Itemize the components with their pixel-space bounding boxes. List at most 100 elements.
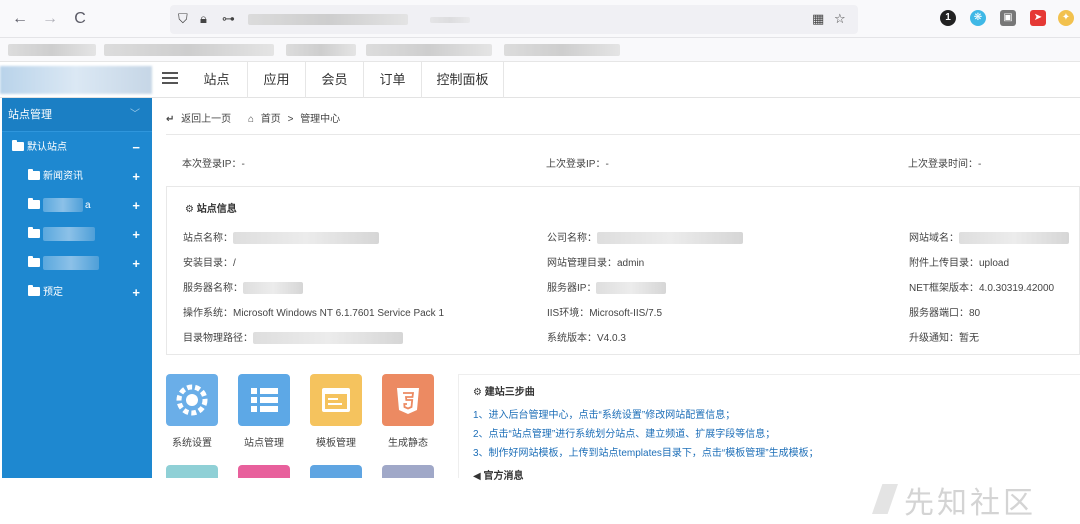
tab-site[interactable]: 站点	[186, 62, 248, 98]
redacted-url-part	[430, 17, 470, 23]
back-icon[interactable]: ↵	[166, 114, 174, 125]
star-icon[interactable]: ☆	[834, 11, 846, 27]
expand-icon[interactable]: +	[132, 278, 140, 307]
install-dir: 安装目录：/	[183, 258, 236, 269]
extension-puzzle-icon[interactable]: ✦	[1058, 10, 1074, 26]
address-bar[interactable]: ⛉ 🔒︎ ⊶ ▦ ☆	[170, 5, 858, 34]
extension-box-icon[interactable]: ▣	[1000, 10, 1016, 26]
expand-icon[interactable]: +	[132, 191, 140, 220]
extension-one-icon[interactable]: 1	[940, 10, 956, 26]
folder-icon	[28, 226, 40, 238]
expand-icon[interactable]: +	[132, 249, 140, 278]
system-settings-button[interactable]	[166, 374, 218, 426]
home-link[interactable]: 首页	[261, 114, 281, 125]
folder-icon	[28, 255, 40, 267]
window-icon	[322, 388, 350, 412]
folder-icon	[12, 139, 24, 151]
extension-globe-icon[interactable]: ❋	[970, 10, 986, 26]
expand-icon[interactable]: +	[132, 220, 140, 249]
site-domain: 网站域名：	[909, 229, 1069, 245]
redacted-label	[43, 256, 99, 271]
sidebar-item-booking[interactable]: 预定 +	[2, 278, 152, 307]
qr-code-icon[interactable]: ▦	[812, 11, 824, 27]
forward-arrow-icon[interactable]: →	[40, 10, 60, 28]
html5-icon	[397, 388, 419, 414]
shortcut-tile[interactable]	[310, 465, 362, 478]
browser-toolbar: ← → C ⛉ 🔒︎ ⊶ ▦ ☆ 1 ❋ ▣ ➤ ✦	[0, 0, 1080, 38]
sidebar-section-default-site[interactable]: 默认站点 −	[2, 133, 152, 162]
tab-members[interactable]: 会员	[306, 62, 364, 98]
site-name: 站点名称：	[183, 229, 379, 245]
breadcrumb-separator: >	[287, 114, 294, 125]
watermark-logo	[872, 484, 898, 514]
logo	[0, 66, 152, 94]
tab-control-panel[interactable]: 控制面板	[422, 62, 504, 98]
site-management-button[interactable]	[238, 374, 290, 426]
lock-icon[interactable]: 🔒︎	[200, 11, 207, 27]
back-arrow-icon[interactable]: ←	[10, 10, 30, 28]
shield-icon[interactable]: ⛉	[178, 11, 188, 27]
redacted-bookmark[interactable]	[104, 44, 274, 56]
expand-icon[interactable]: +	[132, 162, 140, 191]
shortcut-tile[interactable]	[238, 465, 290, 478]
redacted-bookmark[interactable]	[504, 44, 620, 56]
redacted-label	[43, 198, 83, 213]
official-news-title: ◀ 官方消息	[473, 471, 524, 482]
sidebar-item-redacted[interactable]: a +	[2, 191, 152, 220]
redacted-label	[43, 227, 95, 242]
net-version: NET框架版本：4.0.30319.42000	[909, 283, 1055, 294]
operating-system: 操作系统：Microsoft Windows NT 6.1.7601 Servi…	[183, 308, 445, 319]
step-item: 2、点击“站点管理”进行系统划分站点、建立频道、扩展字段等信息；	[473, 429, 776, 440]
redacted-value	[596, 282, 667, 295]
sidebar-item-news[interactable]: 新闻资讯 +	[2, 162, 152, 191]
gear-icon	[176, 384, 208, 416]
sidebar-header[interactable]: 站点管理 ﹀	[2, 98, 152, 132]
iis-environment: IIS环境：Microsoft-IIS/7.5	[547, 308, 663, 319]
last-login-ip: 上次登录IP：-	[546, 159, 609, 170]
shortcut-tile[interactable]	[382, 465, 434, 478]
main-content: ↵ 返回上一页 ⌂ 首页 > 管理中心 本次登录IP：- 上次登录IP：- 上次…	[152, 98, 1080, 482]
chevron-down-icon[interactable]: ﹀	[130, 98, 140, 132]
site-info-title: ⚙ 站点信息	[185, 204, 237, 215]
redacted-bookmark[interactable]	[8, 44, 96, 56]
breadcrumb: ↵ 返回上一页 ⌂ 首页 > 管理中心	[166, 110, 344, 125]
redacted-bookmark[interactable]	[286, 44, 356, 56]
divider	[166, 134, 1080, 135]
generate-static-button[interactable]	[382, 374, 434, 426]
template-management-button[interactable]	[310, 374, 362, 426]
top-navigation: 站点 应用 会员 订单 控制面板	[0, 62, 1080, 98]
redacted-url	[248, 14, 408, 25]
bookmarks-bar	[0, 38, 1080, 62]
sidebar-header-label: 站点管理	[8, 109, 52, 121]
redacted-value	[597, 232, 743, 245]
gear-icon: ⚙	[473, 387, 485, 398]
upgrade-notice: 升级通知：暂无	[909, 333, 979, 344]
sidebar-item-redacted[interactable]: +	[2, 220, 152, 249]
upload-dir: 附件上传目录：upload	[909, 258, 1010, 269]
back-link[interactable]: 返回上一页	[181, 114, 231, 125]
shortcut-label: 站点管理	[244, 438, 284, 449]
gear-icon: ⚙	[185, 204, 197, 215]
hamburger-menu-icon[interactable]	[160, 69, 180, 89]
redacted-bookmark[interactable]	[366, 44, 492, 56]
tab-orders[interactable]: 订单	[364, 62, 422, 98]
megaphone-icon: ◀	[473, 471, 484, 482]
redacted-value	[959, 232, 1069, 245]
shortcut-label: 系统设置	[172, 438, 212, 449]
tab-apps[interactable]: 应用	[248, 62, 306, 98]
key-icon[interactable]: ⊶	[222, 11, 235, 27]
sidebar-item-label: 新闻资讯	[43, 171, 83, 182]
admin-dir: 网站管理目录：admin	[547, 258, 645, 269]
sidebar-section-label: 默认站点	[27, 142, 67, 153]
server-ip: 服务器IP：	[547, 279, 667, 295]
step-item: 3、制作好网站模板，上传到站点templates目录下，点击“模板管理”生成模板…	[473, 448, 819, 459]
extension-arrows-icon[interactable]: ➤	[1030, 10, 1046, 26]
shortcut-tile[interactable]	[166, 465, 218, 478]
home-icon[interactable]: ⌂	[248, 114, 254, 125]
reload-icon[interactable]: C	[70, 10, 90, 28]
site-info-card: ⚙ 站点信息 站点名称： 公司名称： 网站域名： 安装目录：/ 网站管理目录：a…	[166, 186, 1080, 355]
collapse-icon[interactable]: −	[132, 133, 140, 162]
sidebar-item-redacted[interactable]: +	[2, 249, 152, 278]
server-port: 服务器端口：80	[909, 308, 981, 319]
last-login-time: 上次登录时间：-	[908, 159, 982, 170]
